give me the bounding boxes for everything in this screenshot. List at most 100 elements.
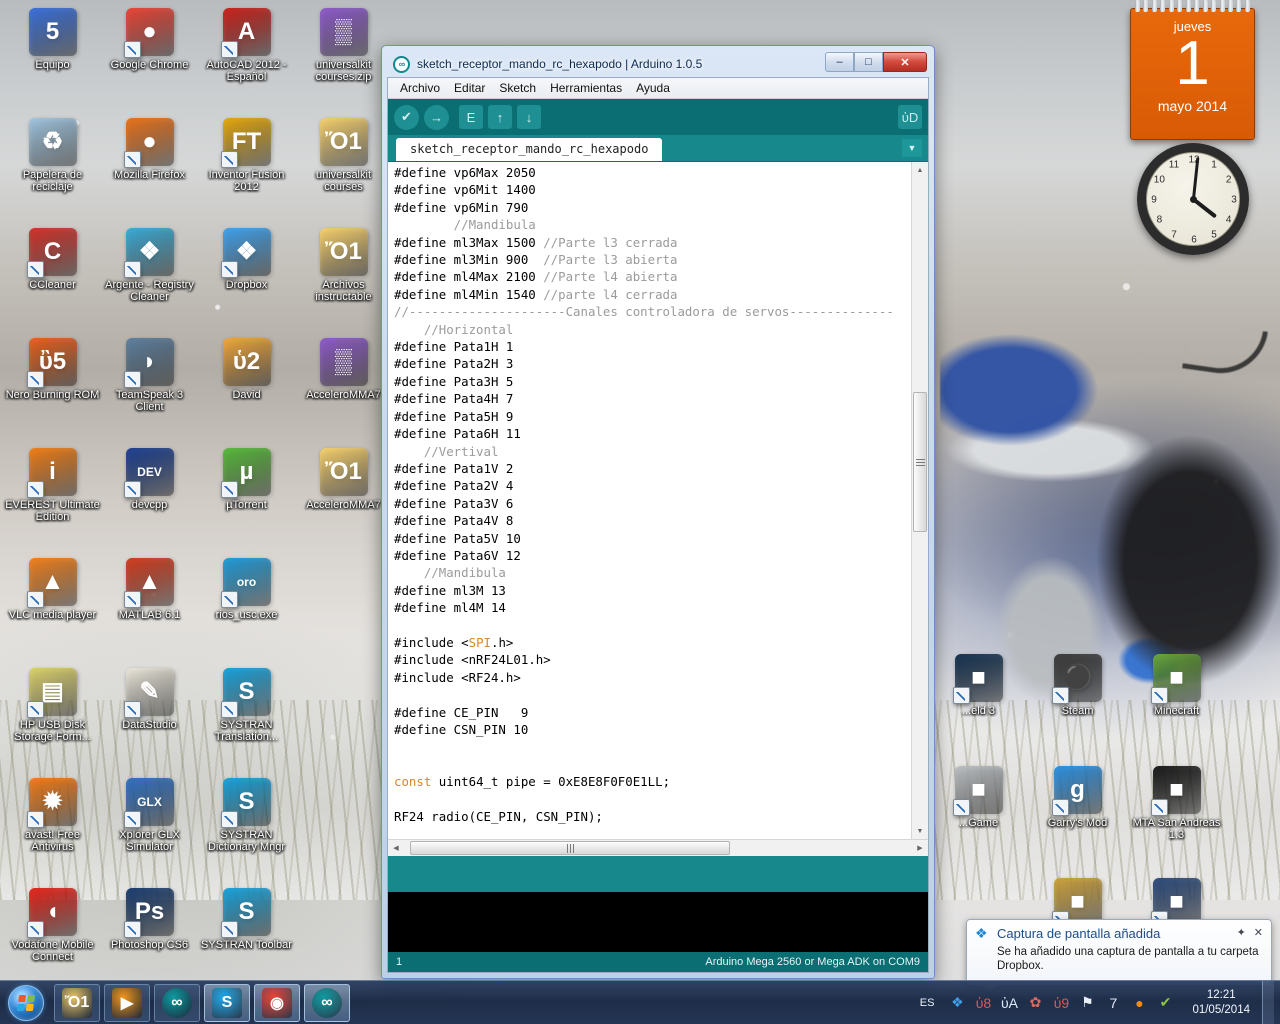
desktop-icon-vodafone-icon-32[interactable]: ◖ Vodafone Mobile Connect xyxy=(4,884,101,994)
volume-mute-icon[interactable]: ὐ8 xyxy=(972,992,994,1014)
dropbox-icon: ❖ xyxy=(223,228,271,276)
scroll-down-arrow-icon[interactable]: ▼ xyxy=(912,823,928,839)
arduino-ide-window[interactable]: ∞ sketch_receptor_mando_rc_hexapodo | Ar… xyxy=(381,45,935,979)
vertical-scrollbar-thumb[interactable] xyxy=(913,392,927,532)
horizontal-scrollbar[interactable]: ◀ ▶ xyxy=(388,839,928,856)
avast-tray-icon[interactable]: ✔ xyxy=(1154,992,1176,1014)
desktop-icon-datastudio-icon-25[interactable]: ✎ DataStudio xyxy=(101,664,198,774)
scroll-left-arrow-icon[interactable]: ◀ xyxy=(388,840,404,856)
menu-editar[interactable]: Editar xyxy=(447,79,492,97)
desktop-icon-right-steam-icon-1[interactable]: ⚫ Steam xyxy=(1029,650,1126,762)
language-indicator[interactable]: ES xyxy=(920,997,935,1009)
desktop-icon-winrar-archive-icon-3[interactable]: ▒ universalkit courses.zip xyxy=(295,4,392,114)
desktop-icon-matlab-icon-21[interactable]: ▲ MATLAB 6.1 xyxy=(101,554,198,664)
show-desktop-button[interactable] xyxy=(1262,981,1274,1024)
menu-ayuda[interactable]: Ayuda xyxy=(629,79,677,97)
desktop-icon-right-battlefield-3-icon-0[interactable]: ■ ...eld 3 xyxy=(930,650,1027,762)
desktop-icon-winrar-archive-icon-15[interactable]: ▒ AcceleroMMA7 xyxy=(295,334,392,444)
desktop-icon-right-game-icon-3[interactable]: ■ ...Game xyxy=(930,762,1027,874)
desktop-icon-recycle-bin-icon-4[interactable]: ♻ Papelera de reciclaje xyxy=(4,114,101,224)
code-line-36: const uint64_t pipe = 0xE8E8F0F0E1LL; xyxy=(394,773,911,790)
desktop-icon-argente-registry-cleaner-icon-9[interactable]: ❖ Argente - Registry Cleaner xyxy=(101,224,198,334)
verify-button[interactable]: ✔ xyxy=(394,105,419,130)
chevron-down-icon[interactable]: ▼ xyxy=(902,139,922,157)
desktop-icon-chrome-icon-1[interactable]: ● Google Chrome xyxy=(101,4,198,114)
taskbar[interactable]: Ὄ1 ▶ ∞ S ◉ ∞ ES ❖ ὐ8 ὐA ✿ ὐ9 ⚑ ὚7 ● ✔ 12:21 01/05/201… xyxy=(0,980,1280,1024)
sound-device-icon[interactable]: ὐ9 xyxy=(1050,992,1072,1014)
taskbar-explorer[interactable]: Ὄ1 xyxy=(54,984,100,1022)
desktop-icon-avast-icon-28[interactable]: ✹ avast! Free Antivirus xyxy=(4,774,101,884)
desktop-icon-right-mta-san-andreas-icon-5[interactable]: ■ MTA San Andreas 1.3 xyxy=(1128,762,1225,874)
open-button[interactable]: ↑ xyxy=(488,105,512,129)
dropbox-notification[interactable]: ❖ Captura de pantalla añadida ✦ ✕ Se ha … xyxy=(966,919,1272,986)
window-titlebar[interactable]: ∞ sketch_receptor_mando_rc_hexapodo | Ar… xyxy=(387,51,929,77)
desktop-icon-locked-folder-icon-14[interactable]: ὑ2 David xyxy=(198,334,295,444)
serial-monitor-button[interactable]: ὐD xyxy=(898,105,922,129)
maximize-button[interactable]: □ xyxy=(854,52,883,72)
hp-usb-format-icon: ▤ xyxy=(29,668,77,716)
desktop-icon-nero-icon-12[interactable]: ὒ5 Nero Burning ROM xyxy=(4,334,101,444)
console-output[interactable] xyxy=(388,892,928,952)
upload-button[interactable]: → xyxy=(424,105,449,130)
desktop-icon-dropbox-icon-10[interactable]: ❖ Dropbox xyxy=(198,224,295,334)
desktop-icon-photoshop-icon-33[interactable]: Ps Photoshop CS6 xyxy=(101,884,198,994)
desktop-icon-xplorer-glx-icon-29[interactable]: GLX Xplorer GLX Simulator xyxy=(101,774,198,884)
dropbox-tray-icon[interactable]: ❖ xyxy=(946,992,968,1014)
desktop-icon-rios-usc-icon-22[interactable]: oro rios_usc.exe xyxy=(198,554,295,664)
vertical-scrollbar[interactable]: ▲ ▼ xyxy=(911,162,928,839)
desktop-icon-folder-icon-19[interactable]: Ὄ1 AcceleroMMA7 xyxy=(295,444,392,554)
tab-sketch-receptor[interactable]: sketch_receptor_mando_rc_hexapodo xyxy=(396,138,662,161)
desktop-icon-folder-icon-7[interactable]: Ὄ1 universalkit courses xyxy=(295,114,392,224)
horizontal-scrollbar-thumb[interactable] xyxy=(410,841,730,855)
editor-area[interactable]: #define vp6Max 2050 #define vp6Mit 1400 #d… xyxy=(388,161,928,839)
action-center-flag-icon[interactable]: ⚑ xyxy=(1076,992,1098,1014)
desktop-icon-right-garrys-mod-icon-4[interactable]: g Garry's Mod xyxy=(1029,762,1126,874)
taskbar-skype[interactable]: S xyxy=(204,984,250,1022)
desktop-icon-folder-icon-11[interactable]: Ὄ1 Archivos instructable xyxy=(295,224,392,334)
clock-gadget[interactable]: 12 1 2 3 4 5 6 7 8 9 10 11 xyxy=(1137,143,1249,255)
desktop-icon-ccleaner-icon-8[interactable]: C CCleaner xyxy=(4,224,101,334)
desktop-icon-computer-icon-0[interactable]: ὚5 Equipo xyxy=(4,4,101,114)
desktop-icon-everest-icon-16[interactable]: i EVEREST Ultimate Edition xyxy=(4,444,101,554)
desktop-icon-systran-toolbar-icon-34[interactable]: S SYSTRAN Toolbar xyxy=(198,884,295,994)
desktop-icon-devcpp-icon-17[interactable]: DEV devcpp xyxy=(101,444,198,554)
desktop-icon-systran-translation-icon-26[interactable]: S SYSTRAN Translation... xyxy=(198,664,295,774)
desktop-icon-vlc-icon-20[interactable]: ▲ VLC media player xyxy=(4,554,101,664)
computer-icon: ὚5 xyxy=(29,8,77,56)
menu-herramientas[interactable]: Herramientas xyxy=(543,79,629,97)
desktop-icon-hp-usb-format-icon-24[interactable]: ▤ HP USB Disk Storage Form... xyxy=(4,664,101,774)
desktop-icon-systran-dictionary-icon-30[interactable]: S SYSTRAN Dictionary Mngr xyxy=(198,774,295,884)
scroll-up-arrow-icon[interactable]: ▲ xyxy=(912,162,928,178)
close-button[interactable]: ✕ xyxy=(883,52,927,72)
desktop-icon-autocad-icon-2[interactable]: A AutoCAD 2012 - Español xyxy=(198,4,295,114)
network-icon[interactable]: ὚7 xyxy=(1102,992,1124,1014)
desktop-icon-right-minecraft-icon-2[interactable]: ■ Minecraft xyxy=(1128,650,1225,762)
settings-icon[interactable]: ✦ xyxy=(1237,926,1246,939)
taskbar-media-player[interactable]: ▶ xyxy=(104,984,150,1022)
desktop-icon-right-label: ...Game xyxy=(959,817,998,829)
matlab-icon: ▲ xyxy=(126,558,174,606)
taskbar-clock[interactable]: 12:21 01/05/2014 xyxy=(1186,988,1256,1018)
desktop-icon-teamspeak-icon-13[interactable]: ◗ TeamSpeak 3 Client xyxy=(101,334,198,444)
menu-archivo[interactable]: Archivo xyxy=(393,79,447,97)
bluetooth-device-icon[interactable]: ✿ xyxy=(1024,992,1046,1014)
volume-icon[interactable]: ὐA xyxy=(998,992,1020,1014)
orange-app-icon[interactable]: ● xyxy=(1128,992,1150,1014)
save-button[interactable]: ↓ xyxy=(517,105,541,129)
new-button[interactable]: ὜E xyxy=(459,105,483,129)
taskbar-arduino-window[interactable]: ∞ xyxy=(304,984,350,1022)
menu-sketch[interactable]: Sketch xyxy=(492,79,543,97)
desktop-icon-utorrent-icon-18[interactable]: µ µTorrent xyxy=(198,444,295,554)
taskbar-arduino[interactable]: ∞ xyxy=(154,984,200,1022)
taskbar-chrome[interactable]: ◉ xyxy=(254,984,300,1022)
close-icon[interactable]: ✕ xyxy=(1254,926,1263,939)
calendar-gadget[interactable]: jueves 1 mayo 2014 xyxy=(1130,8,1255,140)
code-line-6: #define ml3Min 900 //Parte l3 abierta xyxy=(394,251,911,268)
desktop-icon-firefox-icon-5[interactable]: ● Mozilla Firefox xyxy=(101,114,198,224)
scroll-right-arrow-icon[interactable]: ▶ xyxy=(912,840,928,856)
desktop[interactable]: ὚5 Equipo ● Google Chrome A AutoCAD 2012 - Es… xyxy=(0,0,1280,1024)
desktop-icon-inventor-fusion-icon-6[interactable]: FT Inventor Fusion 2012 xyxy=(198,114,295,224)
code-editor[interactable]: #define vp6Max 2050 #define vp6Mit 1400 #d… xyxy=(388,162,911,839)
minimize-button[interactable]: – xyxy=(825,52,854,72)
start-button[interactable] xyxy=(2,983,50,1023)
